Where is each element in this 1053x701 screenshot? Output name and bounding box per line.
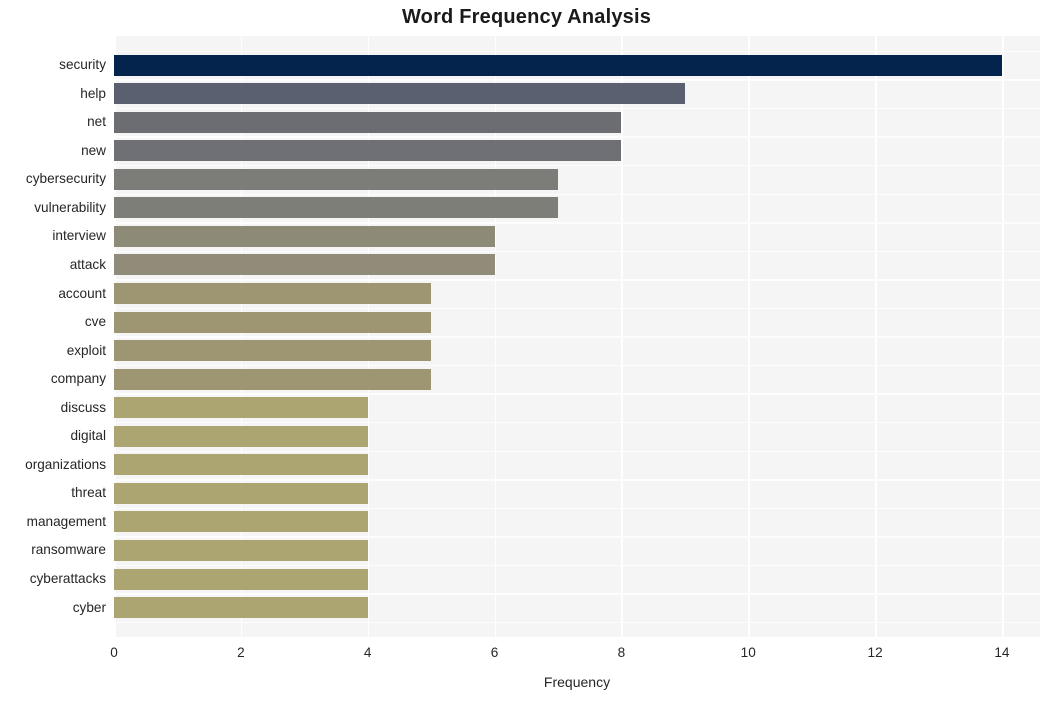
y-axis-label-new: new xyxy=(81,142,106,158)
y-axis-label-cve: cve xyxy=(84,314,106,330)
y-axis-label-attack: attack xyxy=(69,256,106,272)
bar-management[interactable] xyxy=(114,511,368,533)
bar-exploit[interactable] xyxy=(114,340,432,362)
x-tick-label-6: 6 xyxy=(490,645,499,660)
bar-help[interactable] xyxy=(114,83,685,105)
bars-layer xyxy=(114,36,1040,637)
bar-account[interactable] xyxy=(114,283,432,305)
y-axis-label-interview: interview xyxy=(52,228,106,244)
y-axis-label-threat: threat xyxy=(71,485,106,501)
y-axis-label-organizations: organizations xyxy=(25,456,106,472)
bar-cyberattacks[interactable] xyxy=(114,568,368,590)
bar-attack[interactable] xyxy=(114,254,495,276)
bar-discuss[interactable] xyxy=(114,397,368,419)
word-frequency-chart-figure: Word Frequency Analysis security help net n… xyxy=(0,0,1053,701)
x-tick-label-8: 8 xyxy=(617,645,626,660)
bar-company[interactable] xyxy=(114,368,432,390)
bar-cve[interactable] xyxy=(114,311,432,333)
bar-organizations[interactable] xyxy=(114,454,368,476)
x-axis-title: Frequency xyxy=(543,674,611,690)
y-axis-label-exploit: exploit xyxy=(66,342,106,358)
y-axis-label-digital: digital xyxy=(70,428,106,444)
y-axis-label-security: security xyxy=(59,57,106,73)
y-axis-label-cyberattacks: cyberattacks xyxy=(29,571,106,587)
y-axis-label-vulnerability: vulnerability xyxy=(34,199,106,215)
y-axis-label-cyber: cyber xyxy=(72,599,106,615)
bar-new[interactable] xyxy=(114,140,622,162)
plot-area xyxy=(114,36,1040,637)
bar-digital[interactable] xyxy=(114,425,368,447)
y-axis-label-ransomware: ransomware xyxy=(31,542,106,558)
y-axis-label-management: management xyxy=(26,513,106,529)
y-axis-label-net: net xyxy=(87,114,106,130)
x-tick-label-0: 0 xyxy=(110,645,118,660)
y-axis-label-company: company xyxy=(50,371,106,387)
y-axis-label-help: help xyxy=(80,85,106,101)
bar-interview[interactable] xyxy=(114,225,495,247)
bar-net[interactable] xyxy=(114,111,622,133)
x-tick-label-12: 12 xyxy=(867,645,883,660)
y-axis-label-cybersecurity: cybersecurity xyxy=(25,171,106,187)
y-axis-category-labels: security help net new cybersecurity vulnerabi… xyxy=(0,36,106,637)
bar-cyber[interactable] xyxy=(114,597,368,619)
bar-threat[interactable] xyxy=(114,482,368,504)
x-axis-tick-labels: 0 2 4 6 8 10 12 14 xyxy=(110,645,1040,665)
x-tick-label-2: 2 xyxy=(237,645,245,660)
y-axis-label-discuss: discuss xyxy=(60,399,106,415)
x-tick-label-14: 14 xyxy=(994,645,1010,660)
y-axis-label-account: account xyxy=(58,285,106,301)
bar-cybersecurity[interactable] xyxy=(114,168,558,190)
chart-title: Word Frequency Analysis xyxy=(401,6,652,28)
bar-ransomware[interactable] xyxy=(114,539,368,561)
bar-vulnerability[interactable] xyxy=(114,197,558,219)
x-tick-label-4: 4 xyxy=(363,645,372,660)
bar-security[interactable] xyxy=(114,54,1002,76)
x-tick-label-10: 10 xyxy=(740,645,756,660)
